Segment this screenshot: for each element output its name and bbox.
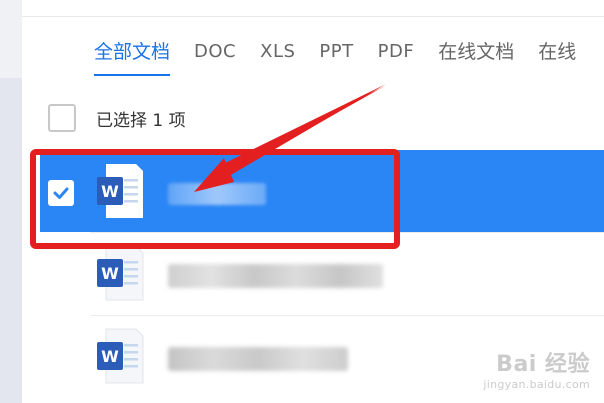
svg-text:W: W xyxy=(101,264,119,283)
file-name-blurred[interactable] xyxy=(168,264,383,288)
tab-all-docs[interactable]: 全部文档 xyxy=(94,38,171,76)
word-doc-icon: W xyxy=(97,164,143,218)
row-divider xyxy=(90,315,604,316)
tab-ppt[interactable]: PPT xyxy=(319,38,353,72)
doc-type-tabs: 全部文档 DOC XLS PPT PDF 在线文档 在线 xyxy=(94,38,600,76)
baidu-jingyan-watermark: Bai 经验 jingyan.baidu.com xyxy=(483,346,590,391)
tab-xls[interactable]: XLS xyxy=(260,38,295,72)
left-rail xyxy=(0,0,22,403)
tab-online-docs[interactable]: 在线文档 xyxy=(438,38,514,72)
row-checkbox-checked[interactable] xyxy=(48,180,74,206)
svg-text:W: W xyxy=(101,347,119,366)
tab-online-partial[interactable]: 在线 xyxy=(538,38,576,72)
checkmark-icon xyxy=(53,187,69,199)
watermark-logo: Bai 经验 xyxy=(496,352,590,377)
selection-count-label: 已选择 1 项 xyxy=(96,110,186,131)
file-name-blurred[interactable] xyxy=(168,183,266,205)
word-doc-icon: W xyxy=(97,245,144,301)
top-strip xyxy=(22,0,604,17)
select-all-checkbox[interactable] xyxy=(48,104,76,132)
row-divider xyxy=(90,232,604,233)
word-doc-icon: W xyxy=(97,328,144,384)
svg-text:W: W xyxy=(101,182,119,201)
file-row[interactable]: W xyxy=(40,232,604,314)
file-row-selected[interactable]: W xyxy=(40,150,604,232)
watermark-url: jingyan.baidu.com xyxy=(483,378,590,391)
left-rail-shade xyxy=(0,78,22,403)
file-name-blurred[interactable] xyxy=(168,347,348,371)
selection-bar: 已选择 1 项 xyxy=(48,104,186,132)
tab-pdf[interactable]: PDF xyxy=(378,38,415,72)
tab-doc[interactable]: DOC xyxy=(194,38,236,72)
